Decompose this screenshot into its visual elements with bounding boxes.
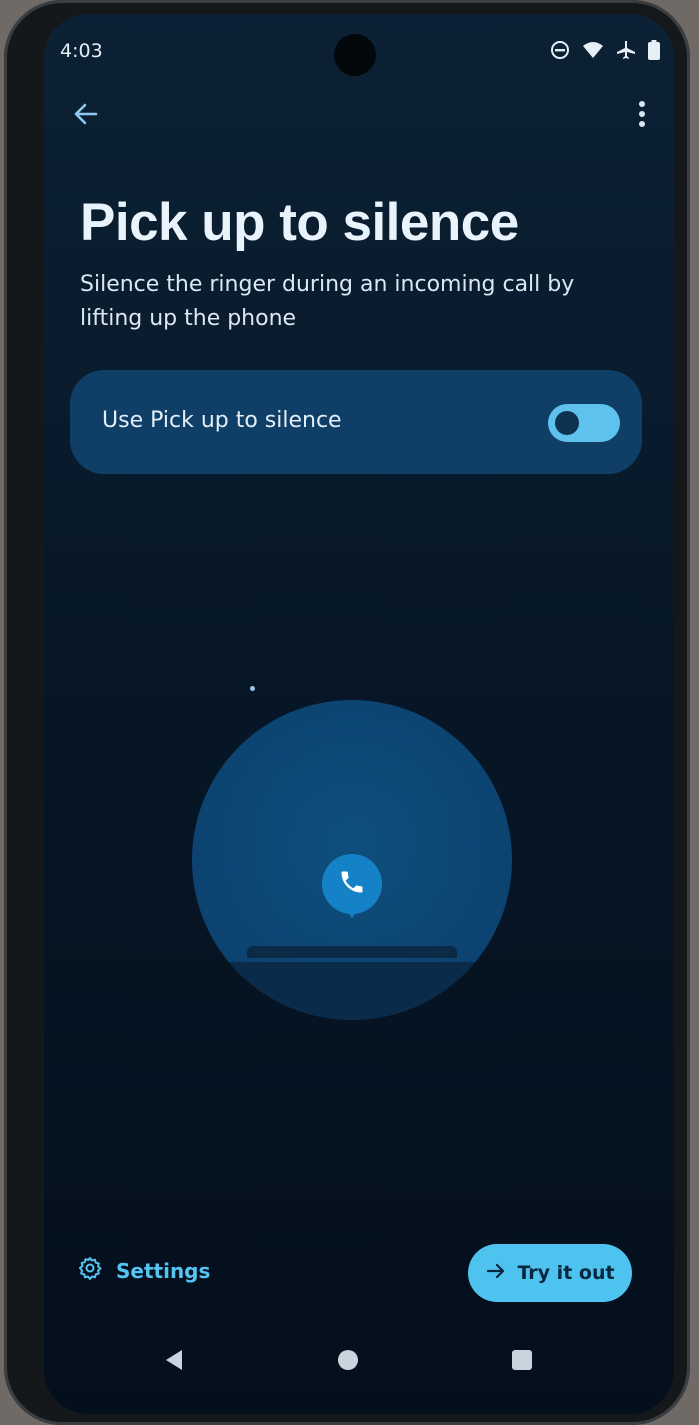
try-it-out-button[interactable]: Try it out <box>468 1244 632 1302</box>
illustration-phone <box>247 946 457 958</box>
phone-frame: 4:03 Pick up to silence Silence the ring… <box>4 0 690 1425</box>
airplane-icon <box>616 40 636 60</box>
page-title: Pick up to silence <box>80 193 519 252</box>
more-vert-icon <box>638 100 646 132</box>
navigation-bar <box>44 1332 674 1392</box>
toggle-label: Use Pick up to silence <box>102 408 342 433</box>
status-bar: 4:03 <box>44 14 674 84</box>
illustration-surface <box>192 962 512 1020</box>
settings-button[interactable]: Settings <box>78 1256 210 1285</box>
phone-call-icon <box>338 868 366 900</box>
use-pick-up-to-silence-toggle-row[interactable]: Use Pick up to silence <box>70 370 642 474</box>
arrow-left-icon <box>72 100 100 132</box>
screen: 4:03 Pick up to silence Silence the ring… <box>44 14 674 1414</box>
status-time: 4:03 <box>60 40 103 62</box>
gear-icon <box>78 1256 102 1285</box>
battery-icon <box>648 40 660 60</box>
nav-back-icon[interactable] <box>162 1348 186 1376</box>
page-subtitle: Silence the ringer during an incoming ca… <box>80 272 575 331</box>
app-bar <box>44 84 674 144</box>
settings-label: Settings <box>116 1258 211 1283</box>
try-it-out-label: Try it out <box>517 1262 615 1284</box>
nav-home-icon[interactable] <box>338 1350 358 1370</box>
wifi-icon <box>582 40 604 60</box>
call-bubble <box>322 854 382 914</box>
arrow-right-icon <box>485 1260 507 1287</box>
decorative-dot <box>250 686 255 691</box>
nav-recents-icon[interactable] <box>512 1350 532 1370</box>
gesture-illustration <box>192 700 512 1020</box>
back-button[interactable] <box>66 96 106 136</box>
toggle-switch[interactable] <box>548 404 620 442</box>
do-not-disturb-icon <box>550 40 570 60</box>
more-options-button[interactable] <box>622 96 662 136</box>
status-icons <box>550 40 660 60</box>
switch-thumb <box>555 411 579 435</box>
